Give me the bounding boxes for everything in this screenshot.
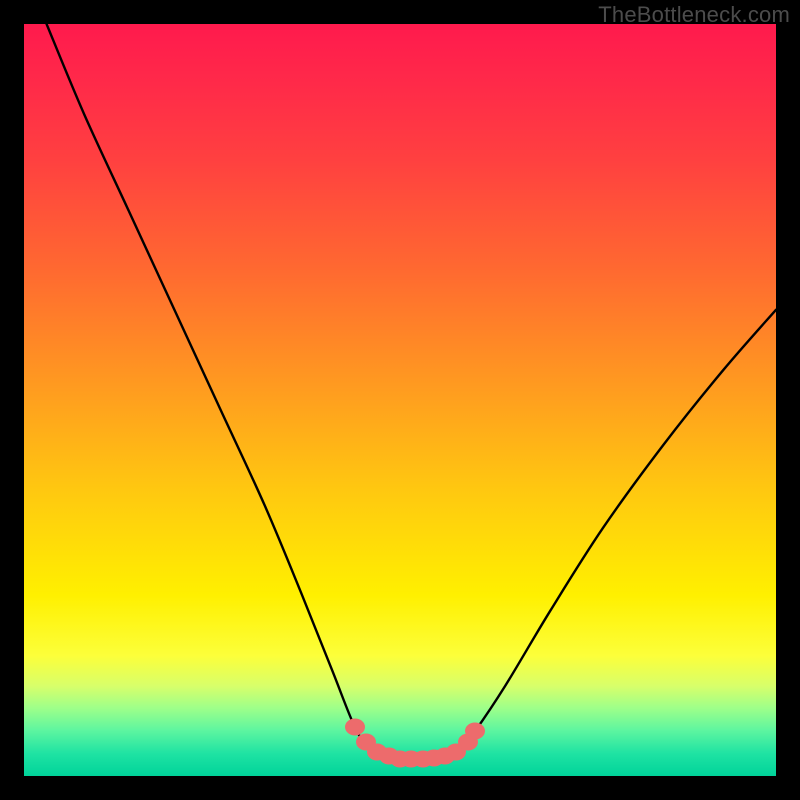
bottleneck-curve (47, 24, 776, 759)
plot-area (24, 24, 776, 776)
curve-layer (24, 24, 776, 776)
watermark-text: TheBottleneck.com (598, 2, 790, 28)
data-marker (465, 722, 485, 739)
data-marker (345, 719, 365, 736)
chart-frame: TheBottleneck.com (0, 0, 800, 800)
